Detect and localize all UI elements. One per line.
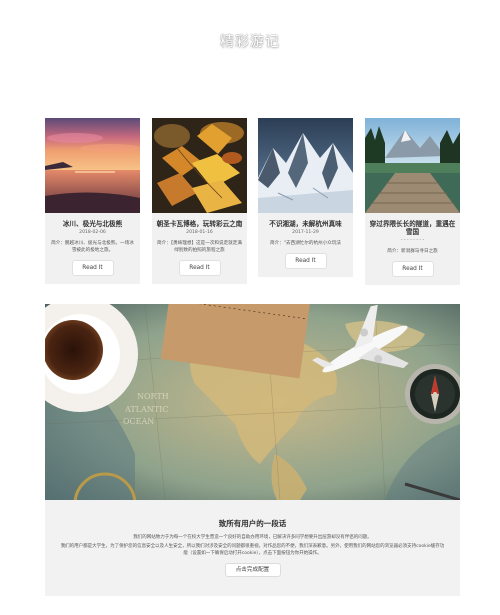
card-thumbnail[interactable]	[365, 118, 460, 213]
card-date: - - - - - - - -	[400, 238, 425, 243]
card-thumbnail[interactable]	[152, 118, 247, 213]
complete-config-button[interactable]: 点击完成配置	[224, 563, 281, 577]
card-date: 2018-02-06	[79, 230, 106, 235]
cookie-notice: 致所有用户的一段话 我们的网站致力于为每一个在校大学生营造一个良好的自助办用环境…	[45, 500, 460, 596]
svg-text:ATLANTIC: ATLANTIC	[124, 405, 168, 414]
sunset-beach-photo	[45, 118, 140, 213]
card-description: 简介：【勇绮理想】这是一次和说走就走满绿别致的拍照的旅程之旅	[157, 241, 242, 253]
travel-card: 穿过界隈长长的隧道，重遇在雪国 - - - - - - - - 简介：新潟群马寻…	[365, 118, 460, 285]
page-title: 精彩游记	[220, 34, 280, 50]
card-date: 2018-01-16	[186, 230, 213, 235]
travel-banner-image: NORTH ATLANTIC OCEAN	[45, 304, 460, 500]
notice-paragraph-2: 我们的用户都是大学生，为了保护您的信息安全以及人生安全，所以我们对涉及安全的问题…	[60, 544, 445, 556]
card-description: 简介：鹏越冰川、极光与北极熊。一场冰雪被此的极地之旅。	[51, 241, 134, 253]
card-description: 简介：新潟群马寻日之旅	[387, 249, 438, 254]
card-date: 2017-11-29	[292, 230, 319, 235]
notice-heading: 致所有用户的一段话	[218, 519, 287, 528]
travel-card: 不识湘湖，未解杭州真味 2017-11-29 简介："去西湖忙尔的杭州小众玩法 …	[258, 118, 353, 277]
read-it-button[interactable]: Read It	[71, 260, 114, 276]
read-it-button[interactable]: Read It	[178, 260, 221, 276]
mountain-lake-dock-photo	[365, 118, 460, 213]
card-title[interactable]: 穿过界隈长长的隧道，重遇在雪国	[365, 220, 460, 236]
card-thumbnail[interactable]	[258, 118, 353, 213]
read-it-button[interactable]: Read It	[391, 261, 434, 277]
snowy-mountain-photo	[258, 118, 353, 213]
card-thumbnail[interactable]	[45, 118, 140, 213]
card-title[interactable]: 不识湘湖，未解杭州真味	[258, 220, 353, 228]
card-title[interactable]: 冰川、极光与北极熊	[45, 220, 140, 228]
read-it-button[interactable]: Read It	[284, 253, 327, 269]
travel-card: 冰川、极光与北极熊 2018-02-06 简介：鹏越冰川、极光与北极熊。一场冰雪…	[45, 118, 140, 284]
travel-map-flatlay-photo: NORTH ATLANTIC OCEAN	[45, 304, 460, 500]
svg-text:OCEAN: OCEAN	[123, 417, 154, 426]
svg-text:NORTH: NORTH	[137, 392, 169, 401]
autumn-leaves-photo	[152, 118, 247, 213]
notice-paragraph-1: 我们的网站致力于为每一个在校大学生营造一个良好的自助办用环境，已解决许多同学想要…	[133, 535, 372, 540]
travel-card: 朝圣卡瓦博格，玩转彩云之南 2018-01-16 简介：【勇绮理想】这是一次和说…	[152, 118, 247, 284]
card-title[interactable]: 朝圣卡瓦博格，玩转彩云之南	[152, 220, 247, 228]
card-description: 简介："去西湖忙尔的杭州小众玩法	[269, 241, 342, 246]
